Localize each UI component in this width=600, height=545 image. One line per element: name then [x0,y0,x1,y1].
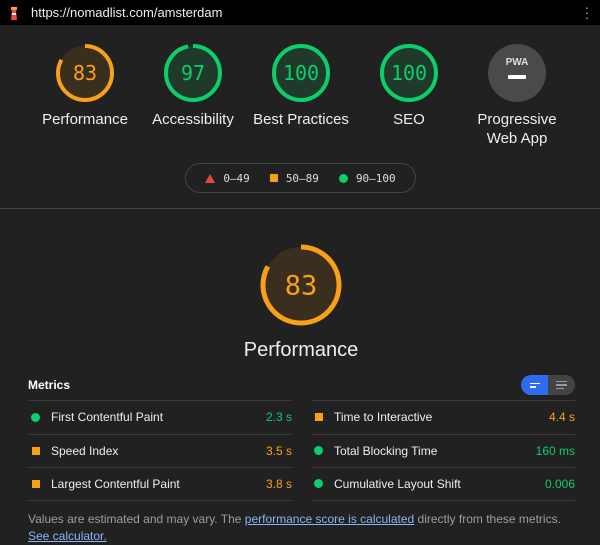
gauge-pwa[interactable]: PWA Progressive Web App [463,42,571,148]
average-square-icon [314,413,323,422]
pass-circle-icon [338,173,348,183]
expanded-view-icon[interactable] [548,375,575,395]
performance-title: Performance [243,339,359,361]
metrics-heading: Metrics [28,378,71,392]
metric-row: Speed Index 3.5 s [28,433,292,468]
gauge-best-practices[interactable]: 100 Best Practices [247,42,355,129]
metric-row: First Contentful Paint 2.3 s [28,400,292,434]
address-bar: https://nomadlist.com/amsterdam · · · [0,0,600,25]
gauge-label: Best Practices [253,111,349,128]
gauge-label: Performance [42,111,128,128]
pass-circle-icon [314,446,323,456]
metric-value: 160 ms [535,443,575,458]
average-square-icon [31,446,40,455]
gauge-accessibility[interactable]: 97 Accessibility [139,42,247,129]
metric-value: 0.006 [544,476,575,491]
performance-gauge-large: 83 Performance [221,243,381,362]
metric-row: Total Blocking Time 160 ms [311,433,575,468]
metric-row: Time to Interactive 4.4 s [311,400,575,434]
gauge-score: 100 [391,61,427,85]
fail-triangle-icon [205,173,216,183]
metric-name: First Contentful Paint [51,410,164,425]
see-calculator-link[interactable]: See calculator. [28,529,107,543]
metrics-view-toggle[interactable] [521,375,575,395]
page-url[interactable]: https://nomadlist.com/amsterdam [31,5,222,20]
metric-row: Cumulative Layout Shift 0.006 [311,467,575,501]
metrics-footnote: Values are estimated and may vary. The p… [28,512,561,543]
metric-name: Total Blocking Time [334,443,438,458]
gauge-performance[interactable]: 83 Performance [31,42,139,129]
metric-value: 2.3 s [265,410,292,425]
metrics-right-column: Time to Interactive 4.4 s Total Blocking T… [311,400,575,501]
gauge-seo[interactable]: 100 SEO [355,42,463,129]
gauge-label: Accessibility [152,111,234,128]
more-vert-icon[interactable]: · · · [584,0,590,24]
pwa-badge-text: PWA [506,57,529,68]
metric-name: Time to Interactive [334,410,433,425]
metric-value: 3.5 s [265,443,292,458]
score-calculated-link[interactable]: performance score is calculated [245,512,414,526]
divider [0,208,600,209]
average-square-icon [31,479,40,488]
pass-circle-icon [314,479,323,489]
gauge-ring: 100 [380,44,438,102]
pass-circle-icon [31,412,40,422]
average-square-icon [269,174,278,182]
metrics-left-column: First Contentful Paint 2.3 s Speed Index 3.… [28,400,292,501]
compact-view-icon[interactable] [521,375,548,395]
metric-value: 4.4 s [548,410,575,425]
lighthouse-icon [11,6,17,20]
score-legend: 0–49 50–89 90–100 [185,163,416,193]
metric-name: Cumulative Layout Shift [334,476,461,491]
gauge-label: Progressive Web App [477,111,557,147]
metric-name: Largest Contentful Paint [51,476,180,491]
metric-name: Speed Index [51,443,119,458]
gauge-ring: 97 [164,44,222,102]
metric-value: 3.8 s [265,476,292,491]
gauge-ring: 100 [272,44,330,102]
gauge-label: SEO [393,111,425,128]
gauge-score: 100 [283,61,319,85]
gauge-score: 83 [73,61,97,85]
pwa-badge-icon: PWA [488,44,546,102]
gauge-score: 97 [181,61,205,85]
gauge-ring: 83 [56,44,114,102]
metric-row: Largest Contentful Paint 3.8 s [28,467,292,501]
gauge-score: 83 [285,271,318,302]
